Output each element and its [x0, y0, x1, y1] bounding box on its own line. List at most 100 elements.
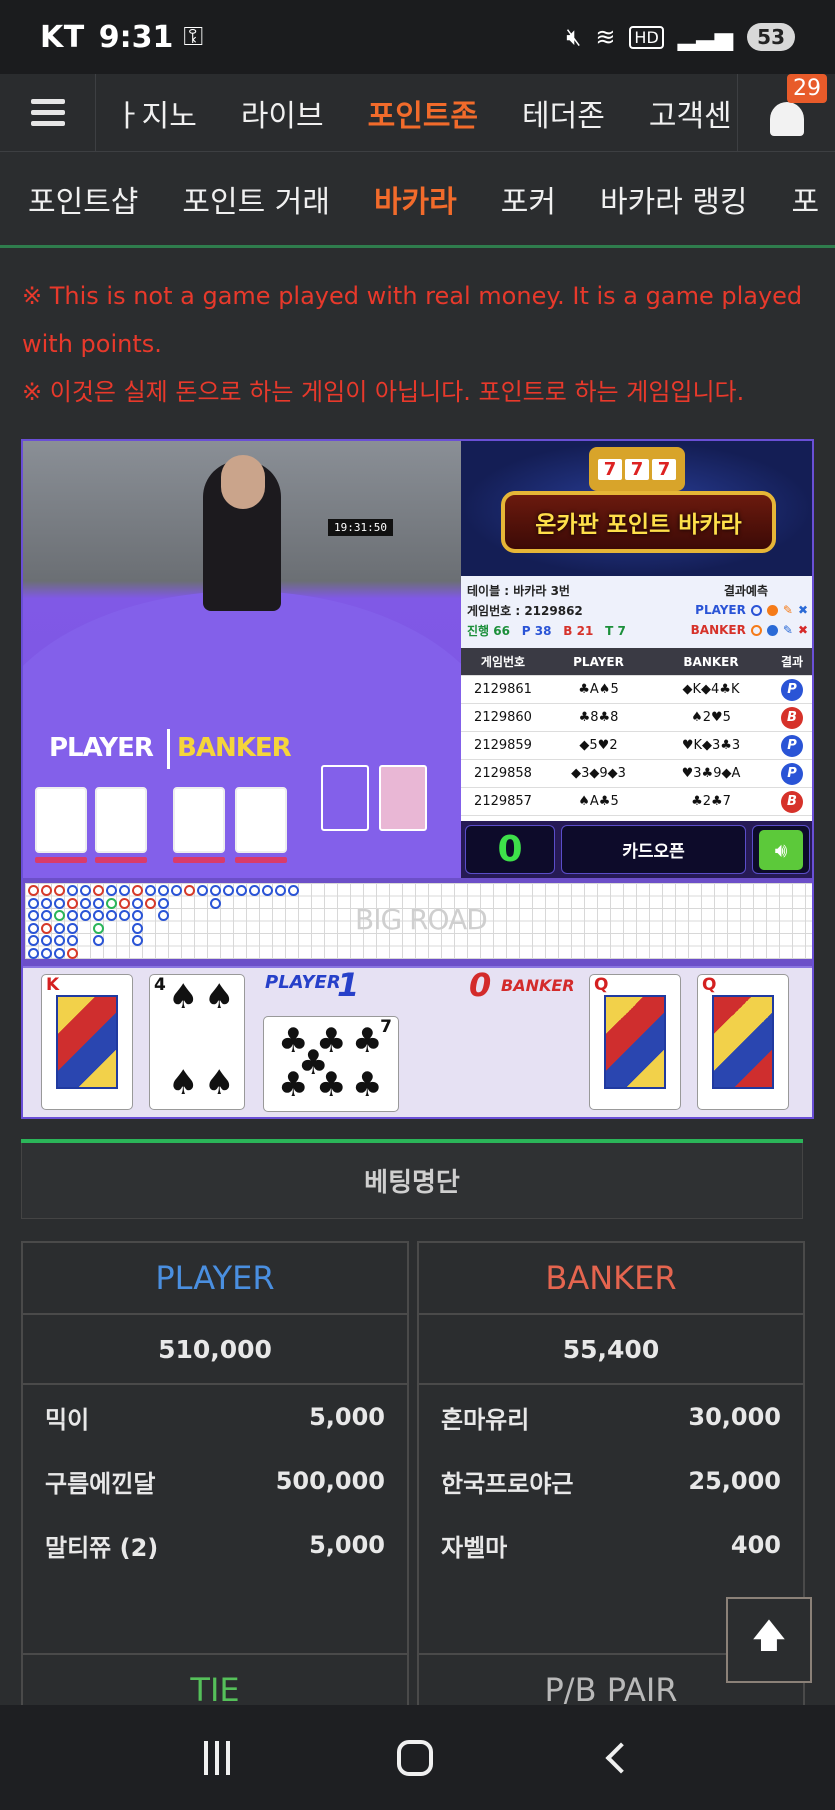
- slot-digit: 7: [625, 458, 649, 480]
- history-banker-cards: ♣2♣7: [691, 794, 731, 809]
- mute-icon: 🔇︎: [566, 23, 582, 51]
- circle-icon[interactable]: [750, 624, 762, 636]
- history-row: 2129858 ◆3◆9◆3 ♥3♣9◆A P: [461, 760, 812, 788]
- road-bead: [93, 910, 104, 921]
- big-road-board: BIG ROAD: [25, 883, 812, 959]
- road-bead: [41, 897, 52, 909]
- close-icon[interactable]: ✖: [798, 623, 808, 637]
- tab-point-shop[interactable]: 포인트샵: [28, 177, 138, 221]
- clock: 9:31: [98, 19, 174, 55]
- dot-icon[interactable]: [766, 604, 778, 616]
- scroll-top-button[interactable]: 🡅: [726, 1597, 812, 1683]
- sound-button[interactable]: 🔊︎: [752, 825, 810, 874]
- notice-english: ※ This is not a game played with real mo…: [22, 282, 803, 358]
- slot-digit: 7: [652, 458, 676, 480]
- tab-baccarat-ranking[interactable]: 바카라 랭킹: [600, 177, 748, 221]
- top-nav-item-tether-zone[interactable]: 테더존: [522, 91, 605, 135]
- road-bead: [93, 922, 104, 934]
- road-bead: [119, 897, 130, 909]
- road-bead: [106, 910, 117, 921]
- history-banker-cards: ♥K◆3♣3: [681, 738, 741, 753]
- road-bead: [236, 885, 247, 896]
- reveal-player-label: PLAYER: [265, 972, 341, 993]
- road-bead: [28, 910, 39, 921]
- road-bead: [28, 922, 39, 934]
- prediction-player-label: PLAYER: [695, 603, 746, 617]
- road-bead: [54, 935, 65, 946]
- road-bead: [106, 885, 117, 896]
- spade-icon: ♠: [168, 977, 199, 1017]
- top-nav-item-point-zone[interactable]: 포인트존: [368, 91, 478, 135]
- bell-icon: [769, 101, 804, 136]
- card-rank: Q: [594, 975, 609, 995]
- card-slot: [379, 765, 427, 831]
- notifications-button[interactable]: 29: [737, 73, 835, 152]
- road-bead: [28, 947, 39, 959]
- player-prediction: PLAYER ✎ ✖: [695, 603, 808, 617]
- banker-score: 0: [469, 966, 492, 1004]
- history-banker-cards: ◆K◆4♣K: [682, 682, 740, 697]
- menu-button[interactable]: [0, 73, 96, 152]
- top-nav-item-casino[interactable]: ㅏ지노: [114, 91, 197, 135]
- recents-button[interactable]: [203, 1740, 230, 1775]
- top-nav-item-support[interactable]: 고객센: [649, 91, 732, 135]
- history-header: 게임번호 PLAYER BANKER 결과: [461, 648, 812, 676]
- result-badge: B: [781, 790, 803, 813]
- vpn-icon: ⚿: [183, 21, 204, 52]
- tab-poker[interactable]: 포커: [501, 177, 556, 221]
- history-col-banker: BANKER: [683, 654, 739, 669]
- king-face-icon: [56, 995, 118, 1089]
- card-open-button[interactable]: 카드오픈: [561, 825, 746, 874]
- road-bead: [41, 885, 52, 896]
- history-col-player: PLAYER: [573, 654, 624, 669]
- back-button[interactable]: [604, 1741, 637, 1774]
- card-slot: [321, 765, 369, 831]
- road-bead: [171, 885, 182, 896]
- circle-icon[interactable]: [750, 604, 762, 616]
- road-bead: [54, 910, 65, 921]
- tab-point-trade[interactable]: 포인트 거래: [182, 177, 330, 221]
- player-card-2: 4 ♠ ♠ ♠ ♠: [149, 974, 245, 1110]
- history-game-number: 2129861: [474, 682, 532, 697]
- road-bead: [67, 935, 78, 946]
- tab-baccarat[interactable]: 바카라: [374, 177, 457, 221]
- road-bead: [28, 885, 39, 896]
- prediction-banker-label: BANKER: [690, 623, 746, 637]
- player-bets-header: PLAYER: [23, 1243, 407, 1315]
- bet-row: 한국프로야근 25,000: [419, 1449, 803, 1513]
- game-number: 게임번호 : 2129862: [467, 603, 583, 618]
- road-bead: [158, 885, 169, 896]
- carrier-label: KT: [40, 19, 85, 55]
- top-nav: ㅏ지노 라이브 포인트존 테더존 고객센 29: [0, 73, 835, 152]
- result-badge: P: [781, 734, 803, 757]
- bet-amount: 25,000: [688, 1467, 781, 1495]
- home-button[interactable]: [396, 1739, 433, 1776]
- road-bead: [249, 885, 260, 896]
- slot-digit: 7: [598, 458, 622, 480]
- road-bead: [28, 897, 39, 909]
- countdown: 0: [465, 825, 555, 874]
- road-bead: [93, 885, 104, 896]
- bet-row: 혼마유리 30,000: [419, 1385, 803, 1449]
- reveal-banker-label: BANKER: [501, 976, 575, 995]
- history-game-number: 2129860: [474, 710, 532, 725]
- wifi-icon: ≋: [595, 23, 616, 51]
- card-rank: 4: [154, 975, 166, 995]
- close-icon[interactable]: ✖: [798, 603, 808, 617]
- banker-card-1: Q: [589, 974, 681, 1110]
- road-bead: [275, 885, 286, 896]
- history-game-number: 2129859: [474, 738, 532, 753]
- spade-icon: ♠: [168, 1063, 199, 1103]
- player-bets-total: 510,000: [23, 1315, 407, 1385]
- pencil-icon[interactable]: ✎: [783, 603, 793, 617]
- player-card-1: K: [41, 974, 133, 1110]
- top-nav-item-live[interactable]: 라이브: [241, 91, 324, 135]
- road-bead: [288, 885, 299, 896]
- dealer-head: [221, 455, 265, 509]
- road-bead: [132, 885, 143, 896]
- tab-more[interactable]: 포: [792, 177, 820, 221]
- pencil-icon[interactable]: ✎: [783, 623, 793, 637]
- dot-icon[interactable]: [766, 624, 778, 636]
- road-bead: [67, 910, 78, 921]
- history-game-number: 2129857: [474, 794, 532, 809]
